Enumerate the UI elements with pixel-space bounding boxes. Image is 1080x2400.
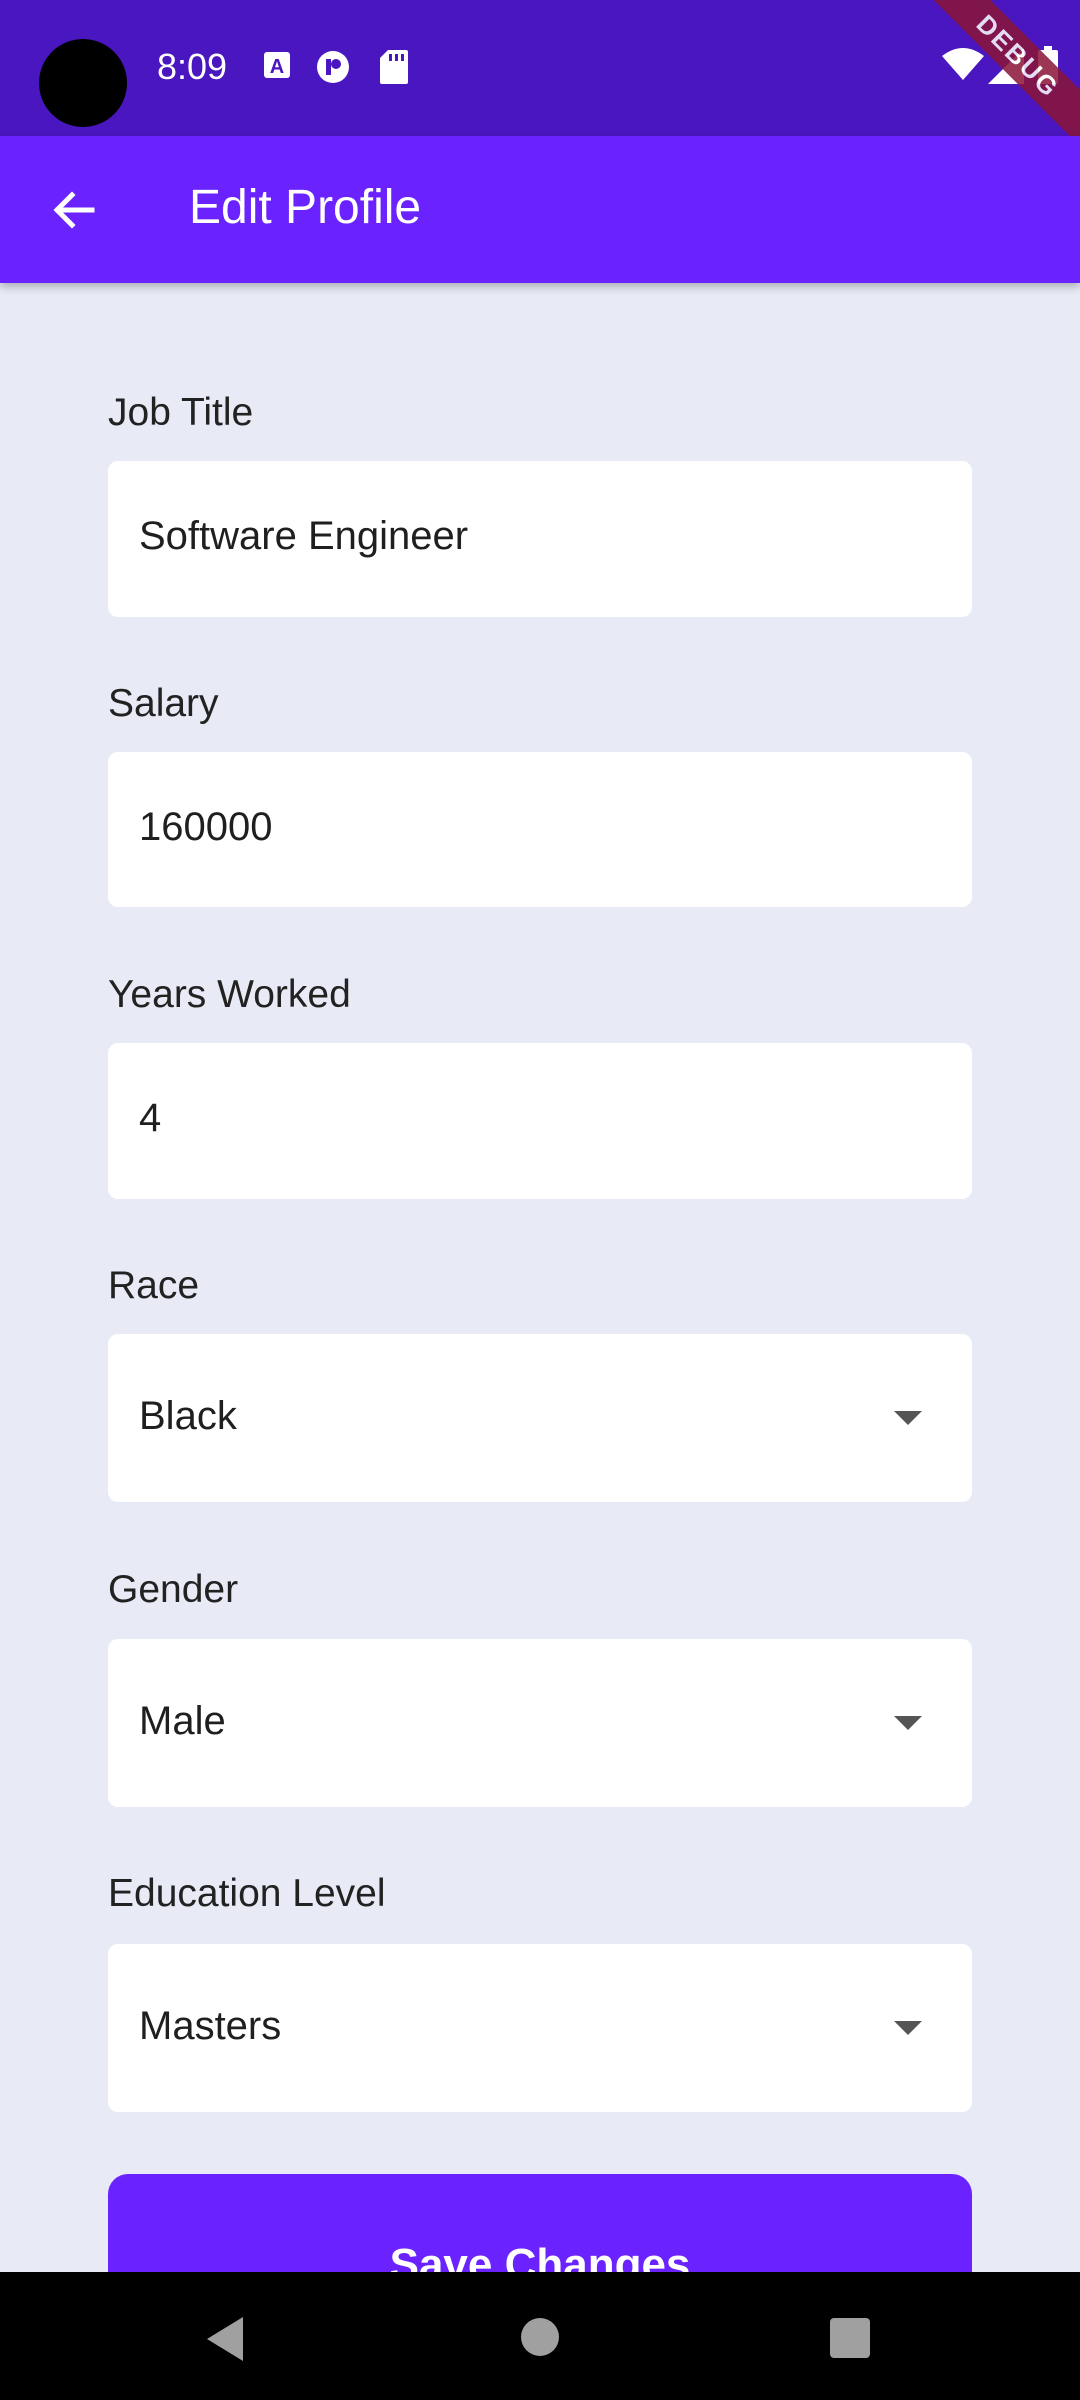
gender-dropdown[interactable]: Male [108,1639,972,1807]
job-title-field[interactable]: Software Engineer [108,461,972,617]
page-title: Edit Profile [189,181,422,234]
job-title-value: Software Engineer [139,514,469,558]
race-value: Black [139,1394,237,1438]
gender-label: Gender [108,1568,239,1611]
arrow-back-icon [53,191,95,229]
sd-card-icon [380,50,408,89]
gender-value: Male [139,1699,226,1743]
education-level-label: Education Level [108,1872,386,1915]
years-worked-value: 4 [139,1096,162,1140]
svg-text:A: A [270,56,284,78]
app-bar: Edit Profile [0,136,1080,283]
chevron-down-icon [894,2021,922,2035]
status-bar: 8:09 A DEBUG [0,0,1080,148]
salary-value: 160000 [139,805,273,849]
nav-recents-icon[interactable] [829,2317,871,2359]
nav-home-icon[interactable] [520,2317,560,2357]
race-label: Race [108,1264,200,1307]
camera-cutout [39,39,127,127]
salary-label: Salary [108,682,219,725]
chevron-down-icon [894,1411,922,1425]
chevron-down-icon [894,1716,922,1730]
race-dropdown[interactable]: Black [108,1334,972,1502]
job-title-label: Job Title [108,391,254,434]
education-level-value: Masters [139,2004,282,2048]
education-level-dropdown[interactable]: Masters [108,1944,972,2112]
back-button[interactable] [44,180,104,240]
a-icon: A [262,50,292,85]
years-worked-label: Years Worked [108,973,351,1016]
record-icon [316,50,350,89]
salary-field[interactable]: 160000 [108,752,972,907]
system-nav-bar [0,2272,1080,2400]
nav-back-icon[interactable] [203,2315,247,2363]
wifi-icon [942,48,984,87]
years-worked-field[interactable]: 4 [108,1043,972,1199]
status-time: 8:09 [157,46,228,87]
